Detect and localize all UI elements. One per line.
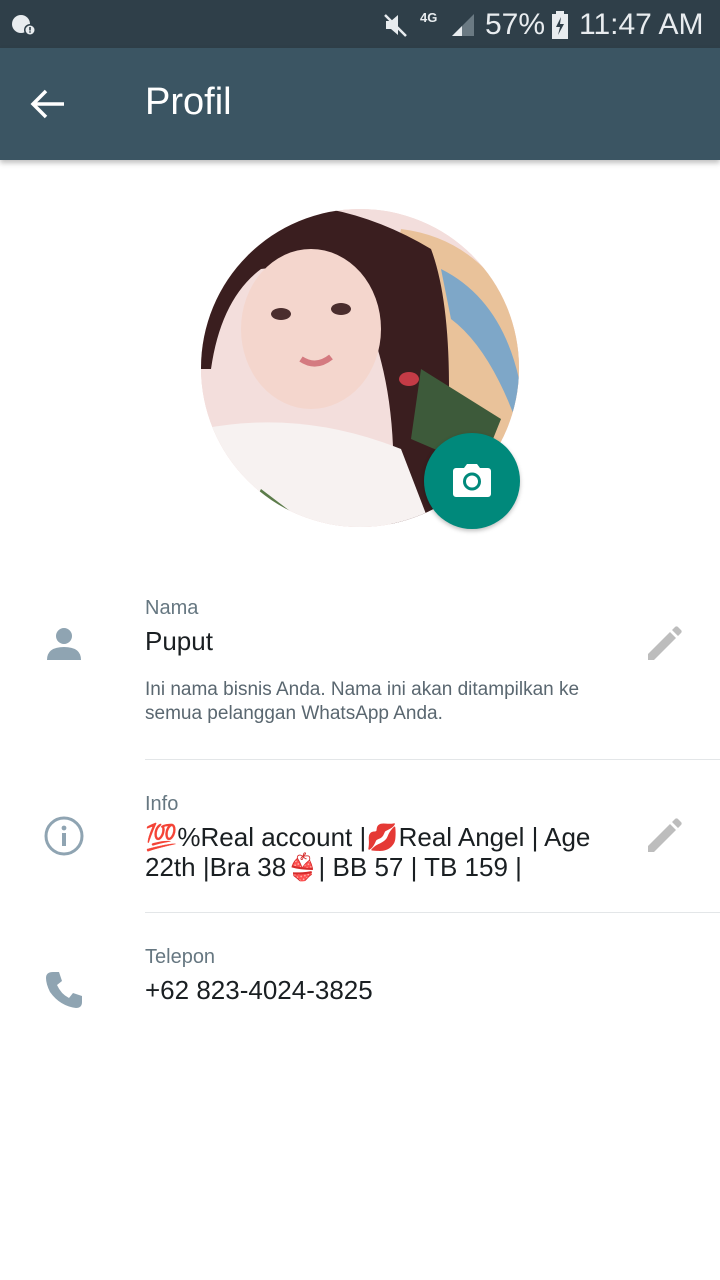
phone-icon — [46, 972, 82, 1008]
mute-icon — [384, 14, 407, 37]
info-icon — [44, 816, 84, 856]
divider — [145, 759, 720, 760]
page-title: Profil — [145, 81, 232, 123]
edit-info-pencil-icon[interactable] — [642, 814, 686, 858]
info-value: 💯%Real account |💋Real Angel | Age 22th |… — [145, 822, 591, 882]
info-label: Info — [145, 793, 179, 815]
status-bar: 4G 57% 11:47 AM — [0, 0, 720, 48]
battery-charging-icon — [552, 11, 568, 39]
name-value: Puput — [145, 626, 213, 656]
back-arrow-icon[interactable] — [22, 78, 74, 130]
clock: 11:47 AM — [579, 8, 704, 41]
signal-icon — [452, 14, 474, 36]
name-label: Nama — [145, 597, 199, 619]
edit-name-pencil-icon[interactable] — [642, 622, 686, 666]
person-icon — [47, 628, 81, 660]
change-photo-button[interactable] — [424, 433, 520, 529]
battery-percent: 57% — [485, 8, 546, 41]
phone-label: Telepon — [145, 946, 216, 968]
name-hint: Ini nama bisnis Anda. Nama ini akan dita… — [145, 679, 580, 724]
data-saver-icon — [12, 15, 36, 36]
divider — [145, 912, 720, 913]
app-bar: Profil — [0, 48, 720, 160]
phone-value: +62 823-4024-3825 — [145, 975, 373, 1005]
network-type: 4G — [420, 10, 438, 25]
camera-icon — [453, 464, 491, 497]
